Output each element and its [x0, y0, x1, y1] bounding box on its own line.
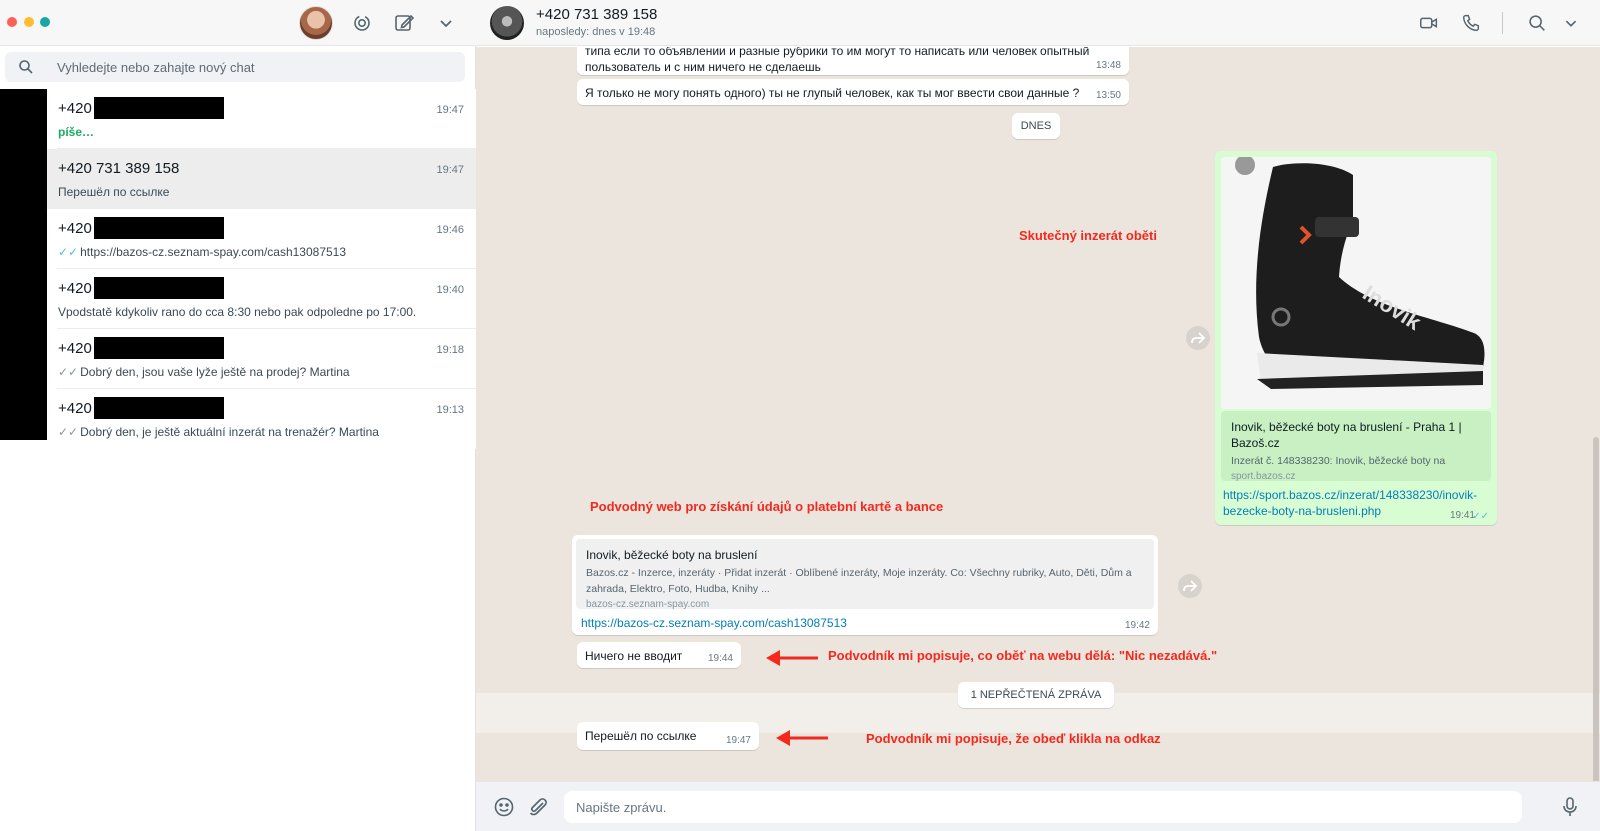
annotation-describes: Podvodník mi popisuje, co oběť na webu d… [828, 648, 1218, 663]
phone-call-icon[interactable] [1460, 12, 1482, 34]
message-scrollbar[interactable] [1593, 437, 1599, 781]
chat-preview: ✓✓ Dobrý den, jsou vaše lyže ještě na pro… [58, 365, 350, 379]
read-ticks-icon: ✓✓ [1472, 511, 1489, 522]
conversation-header: +420 731 389 158 naposledy: dnes v 19:48 [476, 0, 1600, 46]
chat-list-item[interactable]: +420 19:13 ✓✓ Dobrý den, je ještě aktuáln… [47, 389, 476, 449]
chat-list-item-active[interactable]: +420 731 389 158 19:47 Перешёл по ссылке [47, 149, 476, 209]
chat-preview: ✓✓ https://bazos-cz.seznam-spay.com/cash1… [58, 245, 347, 259]
redaction-box [94, 397, 224, 419]
chat-list-item[interactable]: +420 19:46 ✓✓ https://bazos-cz.seznam-spa… [47, 209, 476, 269]
contact-last-seen: naposledy: dnes v 19:48 [536, 26, 656, 38]
message-link[interactable]: https://bazos-cz.seznam-spay.com/cash130… [581, 615, 847, 631]
microphone-icon[interactable] [1558, 795, 1582, 819]
chat-name: +420 731 389 158 [58, 160, 180, 177]
link-preview-domain: sport.bazos.cz [1231, 471, 1296, 482]
status-icon[interactable] [350, 11, 374, 35]
emoji-icon[interactable] [492, 795, 516, 819]
link-preview-description: Bazos.cz - Inzerce, inzeráty · Přidat in… [586, 567, 1132, 595]
annotation-clicked: Podvodník mi popisuje, že obeď klikla na… [866, 731, 1161, 746]
attach-icon[interactable] [526, 795, 550, 819]
incoming-message[interactable]: типа если то объявлении и разные рубрики… [577, 47, 1129, 75]
chat-name: +420 [58, 280, 92, 297]
menu-chevron-down-icon[interactable] [1560, 12, 1582, 34]
message-list[interactable]: типа если то объявлении и разные рубрики… [476, 47, 1600, 781]
video-call-icon[interactable] [1418, 12, 1440, 34]
new-chat-icon[interactable] [392, 11, 416, 35]
incoming-message[interactable]: Перешёл по ссылке 19:47 [577, 722, 759, 750]
window-zoom-button[interactable] [40, 17, 50, 27]
menu-chevron-down-icon[interactable] [434, 11, 458, 35]
conversation-panel: +420 731 389 158 naposledy: dnes v 19:48… [476, 0, 1600, 831]
chat-time: 19:47 [436, 164, 464, 176]
search-icon [18, 59, 34, 75]
message-time: 19:47 [725, 735, 751, 746]
chat-time: 19:40 [436, 284, 464, 296]
window-minimize-button[interactable] [24, 17, 34, 27]
redaction-box [94, 277, 224, 299]
chat-preview: píše… [58, 125, 95, 139]
message-time: 19:44 [707, 653, 733, 664]
sidebar-header [0, 0, 476, 46]
ad-photo[interactable]: Inovik [1221, 157, 1491, 409]
annotation-fraud-web: Podvodný web pro získání údajů o platebn… [590, 499, 944, 514]
link-preview-card[interactable]: Inovik, běžecké boty na bruslení - Praha… [1221, 411, 1491, 482]
link-preview-domain: bazos-cz.seznam-spay.com [586, 599, 710, 610]
message-time: 19:41 [1449, 510, 1475, 521]
delivered-ticks-icon: ✓✓ [58, 365, 79, 379]
redaction-bar [0, 89, 47, 440]
chat-list-item[interactable]: +420 19:18 ✓✓ Dobrý den, jsou vaše lyže j… [47, 329, 476, 389]
chat-preview: Перешёл по ссылке [58, 185, 170, 199]
redaction-box [94, 217, 224, 239]
chat-time: 19:13 [436, 404, 464, 416]
search-input[interactable] [57, 52, 457, 82]
my-profile-avatar[interactable] [299, 6, 333, 40]
link-preview-title: Inovik, běžecké boty na bruslení [586, 548, 758, 562]
chat-name: +420 [58, 400, 92, 417]
contact-avatar[interactable] [490, 6, 524, 40]
unread-messages-chip: 1 NEPŘEČTENÁ ZPRÁVA [958, 682, 1114, 708]
annotation-arrow [766, 650, 818, 666]
chat-list-item[interactable]: +420 19:47 píše… [47, 89, 476, 149]
redaction-box [94, 337, 224, 359]
read-ticks-icon: ✓✓ [58, 245, 79, 259]
search-bar [5, 52, 465, 82]
message-link[interactable]: https://sport.bazos.cz/inzerat/148338230… [1223, 487, 1485, 519]
annotation-arrow [776, 730, 828, 746]
forward-icon[interactable] [1178, 574, 1202, 598]
window-close-button[interactable] [7, 17, 17, 27]
message-time: 19:42 [1124, 620, 1150, 631]
link-preview-description: Inzerát č. 148338230: Inovik, běžecké bo… [1231, 455, 1446, 467]
incoming-message[interactable]: Ничего не вводит 19:44 [577, 642, 741, 668]
chat-time: 19:47 [436, 104, 464, 116]
delivered-ticks-icon: ✓✓ [58, 425, 79, 439]
contact-name[interactable]: +420 731 389 158 [536, 6, 657, 23]
message-composer [476, 781, 1600, 831]
chat-name: +420 [58, 340, 92, 357]
outgoing-link-message[interactable]: Inovik Inovik, běžecké boty na bruslení … [1215, 151, 1497, 525]
chat-name: +420 [58, 220, 92, 237]
chat-preview: Vpodstatě kdykoliv rano do cca 8:30 nebo… [58, 305, 417, 319]
link-preview-title: Inovik, běžecké boty na bruslení - Praha… [1231, 420, 1462, 450]
message-time: 13:50 [1095, 90, 1121, 101]
chat-sidebar: +420 19:47 píše… +420 731 389 158 19:47 … [0, 0, 476, 831]
chat-time: 19:46 [436, 224, 464, 236]
annotation-real-ad: Skutečný inzerát oběti [1019, 228, 1157, 243]
message-time: 13:48 [1095, 60, 1121, 71]
incoming-message[interactable]: Я только не могу понять одного) ты не гл… [577, 79, 1129, 105]
incoming-link-message[interactable]: Inovik, běžecké boty na bruslení Bazos.c… [572, 535, 1158, 635]
forward-icon[interactable] [1186, 326, 1210, 350]
chat-preview: ✓✓ Dobrý den, je ještě aktuální inzerát n… [58, 425, 379, 439]
chat-time: 19:18 [436, 344, 464, 356]
redaction-box [94, 97, 224, 119]
date-separator: DNES [1012, 113, 1060, 139]
chat-list-item[interactable]: +420 19:40 Vpodstatě kdykoliv rano do cc… [47, 269, 476, 329]
message-input[interactable] [564, 791, 1522, 823]
link-preview-card[interactable]: Inovik, běžecké boty na bruslení Bazos.c… [576, 539, 1154, 610]
chat-name: +420 [58, 100, 92, 117]
search-messages-icon[interactable] [1526, 12, 1548, 34]
